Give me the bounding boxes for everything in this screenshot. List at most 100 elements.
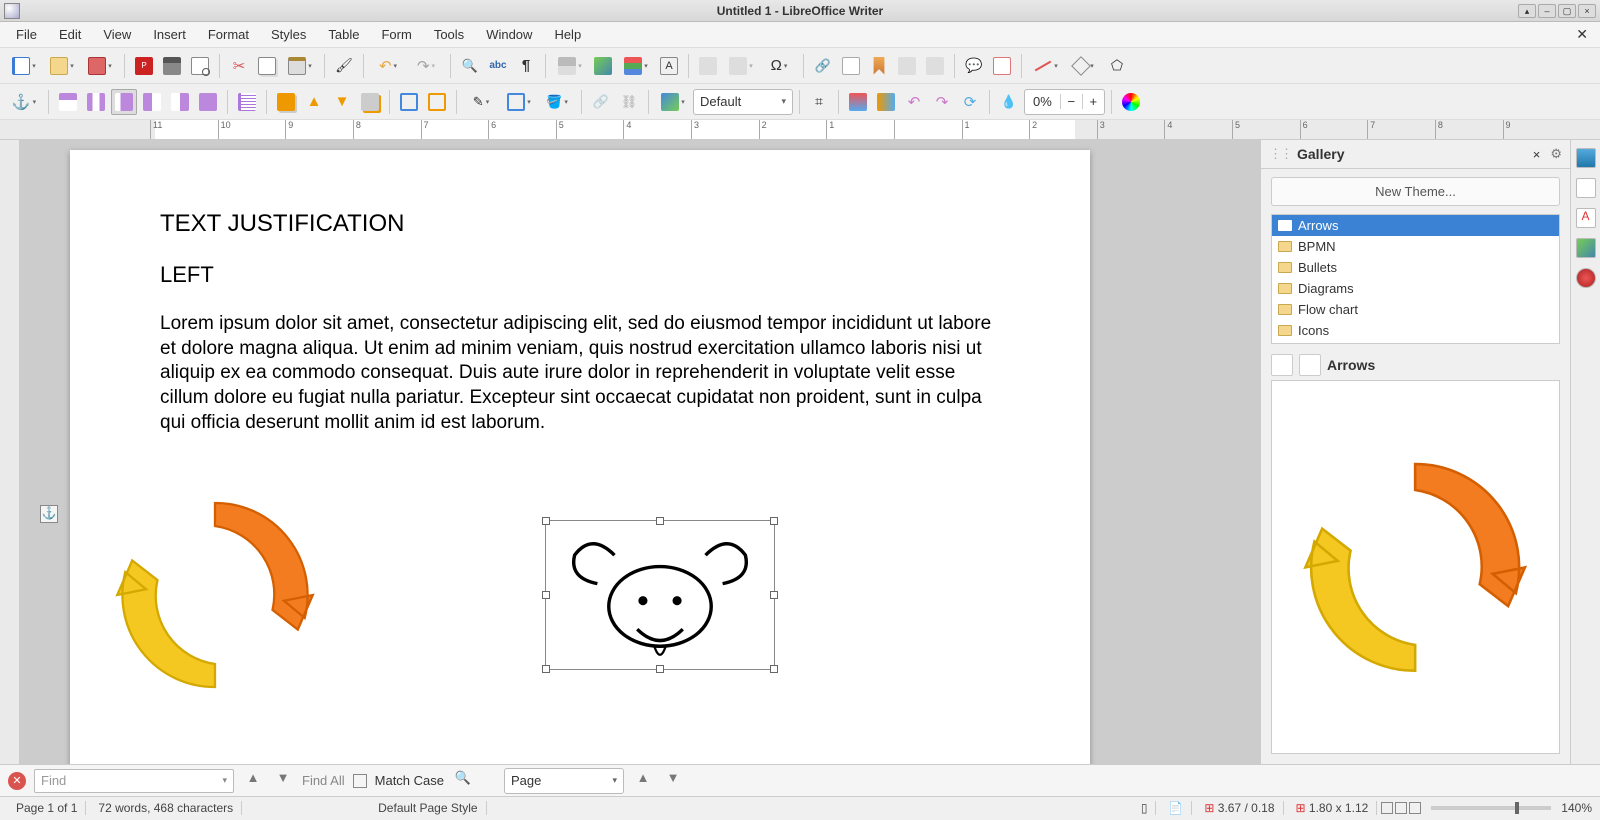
new-theme-button[interactable]: New Theme... <box>1271 177 1560 206</box>
window-up-button[interactable]: ▴ <box>1518 4 1536 18</box>
transparency-button[interactable]: 💧 <box>996 89 1022 115</box>
bring-front-button[interactable] <box>273 89 299 115</box>
status-page[interactable]: Page 1 of 1 <box>8 801 86 815</box>
align-left-button[interactable] <box>234 89 260 115</box>
document-area[interactable]: TEXT JUSTIFICATION LEFT Lorem ipsum dolo… <box>20 140 1260 764</box>
wrap-optimal-button[interactable] <box>111 89 137 115</box>
spellcheck-button[interactable]: abc <box>485 53 511 79</box>
menu-styles[interactable]: Styles <box>261 24 316 45</box>
formatting-marks-button[interactable]: ¶ <box>513 53 539 79</box>
sidebar-settings-icon[interactable]: ⚙ <box>1550 146 1562 162</box>
transparency-minus[interactable]: − <box>1060 94 1082 109</box>
navigate-by-combo[interactable]: Page <box>504 768 624 794</box>
flip-h-button[interactable] <box>873 89 899 115</box>
rotate-left-button[interactable]: ↶ <box>901 89 927 115</box>
backward-button[interactable]: ▼ <box>329 89 355 115</box>
resize-handle[interactable] <box>770 591 778 599</box>
anchor-button[interactable]: ⚓ <box>6 89 42 115</box>
match-case-checkbox[interactable] <box>353 774 367 788</box>
status-signature[interactable]: 📄 <box>1160 801 1192 815</box>
anchor-icon[interactable]: ⚓ <box>40 505 58 523</box>
find-input[interactable]: Find▾ <box>34 769 234 793</box>
wrap-through-button[interactable] <box>195 89 221 115</box>
flip-v-button[interactable] <box>845 89 871 115</box>
horizontal-ruler[interactable]: 1110 98 76 54 32 1 12 34 56 78 9 <box>0 120 1600 140</box>
doc-close-icon[interactable]: ✕ <box>1570 24 1594 45</box>
menu-tools[interactable]: Tools <box>424 24 474 45</box>
to-background-button[interactable] <box>424 89 450 115</box>
resize-handle[interactable] <box>770 665 778 673</box>
print-button[interactable] <box>159 53 185 79</box>
status-pagestyle[interactable]: Default Page Style <box>370 801 486 815</box>
new-doc-button[interactable] <box>6 53 42 79</box>
gallery-theme-list[interactable]: Arrows BPMN Bullets Diagrams Flow chart … <box>1271 214 1560 344</box>
area-fill-button[interactable]: 🪣 <box>539 89 575 115</box>
list-item[interactable]: Flow chart <box>1272 299 1559 320</box>
unlink-frames-button[interactable]: ⛓ <box>616 89 642 115</box>
paste-button[interactable] <box>282 53 318 79</box>
footnote-button[interactable] <box>838 53 864 79</box>
list-item[interactable]: Bullets <box>1272 257 1559 278</box>
redo-button[interactable]: ↷ <box>408 53 444 79</box>
gallery-grid-view-button[interactable] <box>1271 354 1293 376</box>
zoom-slider[interactable] <box>1431 806 1551 810</box>
find-next-button[interactable]: ▼ <box>272 770 294 792</box>
insert-field-button[interactable] <box>723 53 759 79</box>
border-style-button[interactable]: ✎ <box>463 89 499 115</box>
gallery-preview[interactable] <box>1271 380 1560 754</box>
nav-prev-button[interactable]: ▲ <box>632 770 654 792</box>
menu-insert[interactable]: Insert <box>143 24 196 45</box>
nav-next-button[interactable]: ▼ <box>662 770 684 792</box>
resize-handle[interactable] <box>656 517 664 525</box>
insert-frame-button[interactable] <box>922 53 948 79</box>
crop-button[interactable]: ⌗ <box>806 89 832 115</box>
find-all-button[interactable]: Find All <box>302 773 345 788</box>
insert-image-button[interactable] <box>590 53 616 79</box>
find-options-button[interactable]: 🔍 <box>452 770 474 792</box>
wrap-before-button[interactable] <box>139 89 165 115</box>
insert-pagebreak-button[interactable] <box>695 53 721 79</box>
to-foreground-button[interactable] <box>396 89 422 115</box>
basic-shapes-button[interactable] <box>1066 53 1102 79</box>
sidebar-navigator-icon[interactable] <box>1576 268 1596 288</box>
inserted-gallery-object[interactable] <box>100 480 330 710</box>
list-item[interactable]: Arrows <box>1272 215 1559 236</box>
send-back-button[interactable] <box>357 89 383 115</box>
document-page[interactable]: TEXT JUSTIFICATION LEFT Lorem ipsum dolo… <box>70 150 1090 764</box>
wrap-after-button[interactable] <box>167 89 193 115</box>
wrap-off-button[interactable] <box>55 89 81 115</box>
menu-view[interactable]: View <box>93 24 141 45</box>
find-prev-button[interactable]: ▲ <box>242 770 264 792</box>
selected-image-object[interactable] <box>545 520 775 670</box>
link-frames-button[interactable]: 🔗 <box>588 89 614 115</box>
find-replace-button[interactable]: 🔍 <box>457 53 483 79</box>
forward-button[interactable]: ▲ <box>301 89 327 115</box>
resize-handle[interactable] <box>542 517 550 525</box>
image-mode-combo[interactable]: Default <box>693 89 793 115</box>
resize-handle[interactable] <box>770 517 778 525</box>
window-close-button[interactable]: × <box>1578 4 1596 18</box>
transparency-plus[interactable]: + <box>1082 94 1104 109</box>
find-close-button[interactable]: ✕ <box>8 772 26 790</box>
open-button[interactable] <box>44 53 80 79</box>
gallery-close-button[interactable]: × <box>1529 147 1545 162</box>
doc-body[interactable]: Lorem ipsum dolor sit amet, consectetur … <box>160 312 1000 435</box>
status-wordcount[interactable]: 72 words, 468 characters <box>90 801 242 815</box>
status-zoom[interactable]: 140% <box>1561 801 1592 815</box>
copy-button[interactable] <box>254 53 280 79</box>
cut-button[interactable]: ✂ <box>226 53 252 79</box>
transparency-spin[interactable]: 0% − + <box>1024 89 1105 115</box>
print-preview-button[interactable] <box>187 53 213 79</box>
comment-button[interactable]: 💬 <box>961 53 987 79</box>
gallery-list-view-button[interactable] <box>1299 354 1321 376</box>
resize-handle[interactable] <box>542 591 550 599</box>
clone-format-button[interactable]: 🖌 <box>331 53 357 79</box>
color-button[interactable] <box>1118 89 1144 115</box>
insert-table-button[interactable] <box>552 53 588 79</box>
undo-button[interactable]: ↶ <box>370 53 406 79</box>
filter-button[interactable] <box>655 89 691 115</box>
track-changes-button[interactable] <box>989 53 1015 79</box>
sidebar-properties-icon[interactable] <box>1576 148 1596 168</box>
export-pdf-button[interactable]: P <box>131 53 157 79</box>
sidebar-page-icon[interactable]: A <box>1576 208 1596 228</box>
